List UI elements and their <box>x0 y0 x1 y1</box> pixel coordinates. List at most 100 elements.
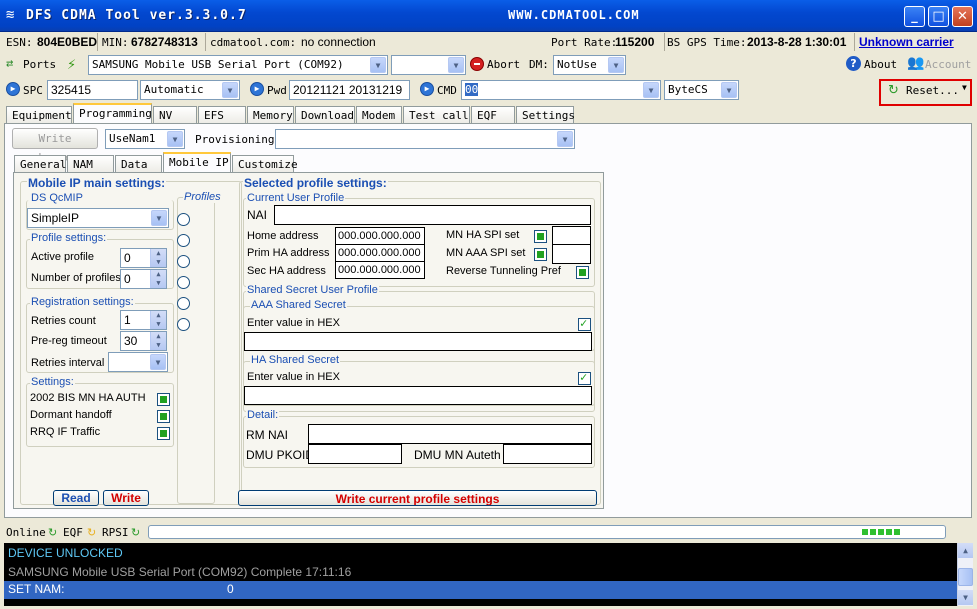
pwd-input[interactable]: 20121121 20131219 <box>289 80 410 100</box>
write-button[interactable]: Write <box>103 490 149 506</box>
shared-secret-label: Shared Secret User Profile <box>246 284 379 296</box>
home-address-input[interactable]: 000.000.000.000 <box>335 227 425 245</box>
tab-equipment[interactable]: Equipment <box>6 106 72 124</box>
profile-radio-5[interactable] <box>177 318 190 331</box>
read-button[interactable]: Read <box>53 490 99 506</box>
bytecs-select[interactable]: ByteCS ▼ <box>664 80 739 100</box>
carrier-link[interactable]: Unknown carrier <box>859 35 954 49</box>
tab-memory[interactable]: Memory <box>247 106 294 124</box>
sec-ha-input[interactable]: 000.000.000.000 <box>335 261 425 279</box>
current-user-profile-label: Current User Profile <box>246 192 346 204</box>
tab-nv[interactable]: NV <box>153 106 197 124</box>
ds-qcmip-select[interactable]: SimpleIP ▼ <box>27 208 169 228</box>
mn-aaa-spi-checkbox[interactable] <box>534 248 547 261</box>
subtab-mobile-ip[interactable]: Mobile IP <box>163 152 231 173</box>
spinner-arrows-icon[interactable]: ▲ ▼ <box>150 332 166 350</box>
prim-ha-input[interactable]: 000.000.000.000 <box>335 244 425 262</box>
cmd-select[interactable]: 00 ▼ <box>461 80 661 100</box>
subtab-nam[interactable]: NAM <box>67 155 114 173</box>
setting-rrq-label: RRQ IF Traffic <box>30 426 101 438</box>
secondary-select[interactable]: ▼ <box>391 55 466 75</box>
spc-mode-select[interactable]: Automatic ▼ <box>140 80 240 100</box>
reverse-tunneling-checkbox[interactable] <box>576 266 589 279</box>
setting-dormant-handoff-checkbox[interactable] <box>157 410 170 423</box>
profile-radio-1[interactable] <box>177 234 190 247</box>
close-button[interactable]: ✕ <box>952 6 973 27</box>
log-console[interactable]: DEVICE UNLOCKED SAMSUNG Mobile USB Seria… <box>4 543 957 606</box>
minimize-button[interactable]: _ <box>904 6 925 27</box>
retries-interval-select[interactable]: ▼ <box>108 352 168 372</box>
progress-fill <box>862 529 900 535</box>
tab-programming[interactable]: Programming <box>73 103 152 124</box>
title-bar[interactable]: ≋ DFS CDMA Tool ver.3.3.0.7 WWW.CDMATOOL… <box>0 0 977 32</box>
scroll-thumb[interactable] <box>958 568 973 586</box>
tab-settings[interactable]: Settings <box>516 106 575 124</box>
spinner-arrows-icon[interactable]: ▲ ▼ <box>150 311 166 329</box>
rpsi-label: RPSI <box>102 526 129 539</box>
ha-secret-input[interactable] <box>244 386 592 405</box>
maximize-button[interactable]: □ <box>928 6 949 27</box>
spc-read-icon[interactable]: ▶ <box>6 82 20 96</box>
chevron-down-icon: ▼ <box>167 131 183 147</box>
number-profiles-label: Number of profiles <box>31 272 121 284</box>
ports-button[interactable]: Ports <box>23 58 56 71</box>
tab-eqf[interactable]: EQF <box>471 106 515 124</box>
setting-2002-bis-checkbox[interactable] <box>157 393 170 406</box>
dmu-pkoid-input[interactable] <box>308 444 402 464</box>
rm-nai-input[interactable] <box>308 424 592 444</box>
port-rate-value: 115200 <box>615 35 655 49</box>
app-icon: ≋ <box>6 7 15 23</box>
scroll-up-icon[interactable]: ▲ <box>958 543 973 558</box>
cmd-send-icon[interactable]: ▶ <box>420 82 434 96</box>
subtab-customize[interactable]: Customize <box>232 155 298 173</box>
ha-hex-label: Enter value in HEX <box>247 371 340 383</box>
profile-radio-2[interactable] <box>177 255 190 268</box>
aaa-hex-checkbox[interactable] <box>578 316 591 331</box>
log-set-nam-value: 0 <box>227 582 234 596</box>
tab-test-call[interactable]: Test call <box>403 106 470 124</box>
spinner-arrows-icon[interactable]: ▲ ▼ <box>150 270 166 288</box>
tab-modem[interactable]: Modem <box>356 106 402 124</box>
ha-hex-checkbox[interactable] <box>578 370 591 385</box>
chevron-down-icon: ▼ <box>151 210 167 226</box>
retries-count-spinner[interactable]: 1 ▲ ▼ <box>120 310 167 330</box>
number-profiles-spinner[interactable]: 0 ▲ ▼ <box>120 269 167 289</box>
active-profile-spinner[interactable]: 0 ▲ ▼ <box>120 248 167 268</box>
profile-radio-3[interactable] <box>177 276 190 289</box>
log-set-nam-label: SET NAM: <box>8 582 65 596</box>
write-changes-button[interactable]: Write changes <box>12 128 98 164</box>
spinner-arrows-icon[interactable]: ▲ ▼ <box>150 249 166 267</box>
connect-plug-icon[interactable]: ⚡ <box>67 55 76 73</box>
tab-efs[interactable]: EFS <box>198 106 246 124</box>
mn-ha-spi-input[interactable] <box>552 226 591 246</box>
dm-select[interactable]: NotUse ▼ <box>553 55 626 75</box>
log-scrollbar[interactable]: ▲ ▼ <box>957 543 973 606</box>
spc-input[interactable]: 325415 <box>47 80 138 100</box>
mn-aaa-spi-input[interactable] <box>552 244 591 264</box>
subtab-general[interactable]: General <box>14 155 66 173</box>
port-select[interactable]: SAMSUNG Mobile USB Serial Port (COM92) ▼ <box>88 55 388 75</box>
usenam-select[interactable]: UseNam1 ▼ <box>105 129 185 149</box>
provisioning-select[interactable]: ▼ <box>275 129 575 149</box>
tab-download[interactable]: Download <box>295 106 355 124</box>
subtab-data[interactable]: Data <box>115 155 162 173</box>
about-button[interactable]: About <box>864 58 897 71</box>
prereg-timeout-spinner[interactable]: 30 ▲ ▼ <box>120 331 167 351</box>
dropdown-arrow-icon[interactable]: ▼ <box>962 83 967 92</box>
scroll-down-icon[interactable]: ▼ <box>958 590 973 605</box>
mn-ha-spi-checkbox[interactable] <box>534 230 547 243</box>
profile-radio-0[interactable] <box>177 213 190 226</box>
write-current-profile-button[interactable]: Write current profile settings <box>238 490 597 506</box>
pwd-read-icon[interactable]: ▶ <box>250 82 264 96</box>
reset-button[interactable]: Reset... <box>906 84 959 97</box>
profile-radio-4[interactable] <box>177 297 190 310</box>
log-line-unlocked: DEVICE UNLOCKED <box>8 546 123 560</box>
window-url: WWW.CDMATOOL.COM <box>508 8 640 22</box>
setting-rrq-checkbox[interactable] <box>157 427 170 440</box>
account-button[interactable]: Account <box>925 58 971 71</box>
aaa-secret-input[interactable] <box>244 332 592 351</box>
abort-button[interactable]: Abort <box>487 58 520 71</box>
log-selected-row[interactable]: SET NAM: 0 <box>4 581 957 599</box>
dmu-mn-auteth-input[interactable] <box>503 444 592 464</box>
nai-input[interactable] <box>274 205 591 225</box>
